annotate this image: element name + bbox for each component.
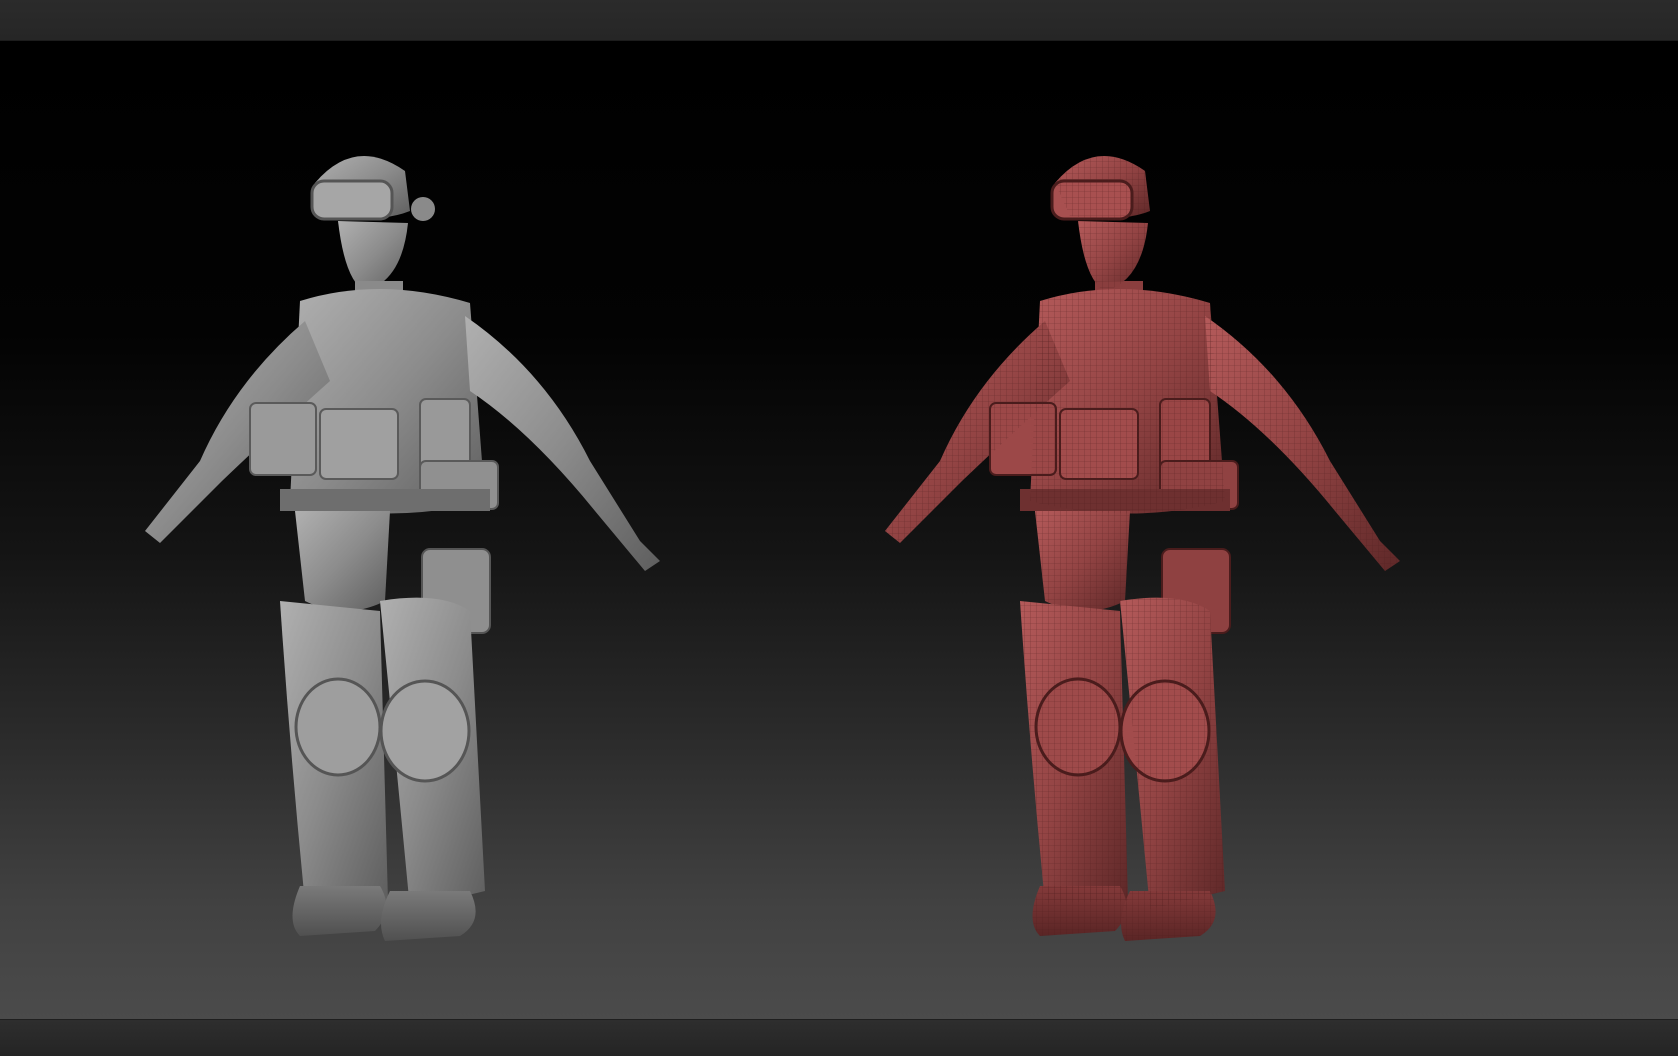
boot-right [381, 891, 476, 941]
goggles [310, 179, 394, 221]
boot-left [292, 886, 387, 936]
head [338, 221, 408, 291]
3d-viewport[interactable] [0, 41, 1678, 1019]
wireframe-overlay [885, 156, 1400, 941]
sculpted-soldier-figure [145, 156, 660, 941]
top-toolbar [0, 0, 1678, 41]
sculpted-soldier-model[interactable] [140, 131, 700, 1011]
arm-right [465, 316, 660, 571]
wireframe-soldier-figure [885, 156, 1400, 941]
wireframe-soldier-model[interactable] [880, 131, 1440, 1011]
bottom-shelf [0, 1019, 1678, 1056]
zbrush-app [0, 0, 1678, 1056]
